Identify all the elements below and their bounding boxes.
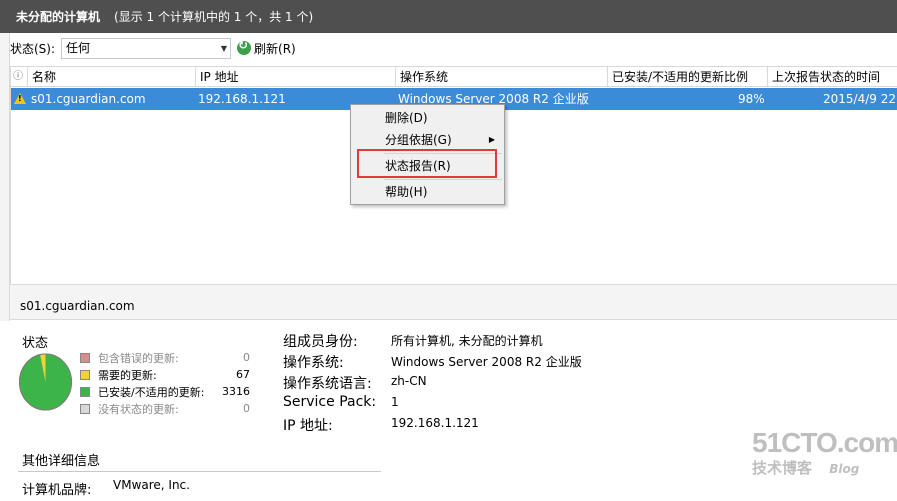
legend-swatch (80, 403, 90, 414)
legend-label: 需要的更新: (98, 368, 157, 382)
refresh-label: 刷新(R) (254, 41, 296, 56)
info-value-membership: 所有计算机, 未分配的计算机 (391, 334, 543, 348)
legend-label: 没有状态的更新: (98, 402, 179, 416)
info-value-service-pack: 1 (391, 395, 399, 409)
menu-separator (384, 179, 502, 180)
menu-item-group-by-label: 分组依据(G) (385, 133, 452, 147)
status-section-title: 状态 (22, 336, 49, 351)
legend-swatch (80, 352, 90, 363)
info-label-service-pack: Service Pack: (283, 394, 377, 410)
watermark-top: 51CTO.com (752, 427, 897, 458)
more-details-title: 其他详细信息 (22, 454, 101, 469)
refresh-icon (237, 38, 252, 55)
divider (18, 471, 381, 472)
legend-value: 0 (243, 402, 250, 415)
legend-label: 已安装/不适用的更新: (98, 385, 205, 399)
column-header-os[interactable]: 操作系统 (396, 67, 608, 87)
menu-item-delete[interactable]: 删除(D) (352, 107, 503, 129)
left-gutter (0, 33, 10, 323)
highlight-annotation (357, 149, 497, 178)
status-filter-label: 状态(S): (10, 41, 56, 56)
info-column-icon[interactable]: ⓘ (11, 67, 28, 87)
info-label-os: 操作系统: (283, 355, 344, 371)
legend-item-installed: 已安装/不适用的更新: 3316 (80, 383, 250, 400)
legend-value: 67 (236, 368, 250, 381)
cell-name: s01.cguardian.com (31, 92, 146, 106)
cell-percent: 98% (738, 92, 765, 106)
page-title: 未分配的计算机 (16, 10, 101, 24)
menu-item-help[interactable]: 帮助(H) (352, 181, 503, 203)
cell-last-report: 2015/4/9 22:x (823, 92, 897, 106)
legend-label: 包含错误的更新: (98, 351, 179, 365)
watermark-blog: Blog (829, 462, 860, 476)
detail-header: s01.cguardian.com (10, 284, 897, 320)
chevron-down-icon: ▼ (220, 43, 228, 53)
menu-item-group-by[interactable]: 分组依据(G) ▶ (352, 129, 503, 151)
status-filter-value: 任何 (66, 40, 91, 55)
watermark-logo: 51CTO.com 技术博客 Blog (752, 427, 897, 487)
info-label-membership: 组成员身份: (283, 334, 358, 350)
info-label-ip: IP 地址: (283, 418, 333, 434)
title-bar: 未分配的计算机 (显示 1 个计算机中的 1 个，共 1 个) (0, 0, 897, 33)
brand-value: VMware, Inc. (113, 478, 190, 492)
status-filter-select[interactable]: 任何 ▼ (61, 37, 232, 59)
info-value-os-language: zh-CN (391, 374, 427, 388)
legend-swatch (80, 386, 90, 397)
toolbar: 状态(S): 任何 ▼ 刷新(R) (10, 36, 897, 60)
legend-swatch (80, 369, 90, 380)
legend-item-errors: 包含错误的更新: 0 (80, 349, 250, 366)
grid-header: ⓘ 名称 IP 地址 操作系统 已安装/不适用的更新比例 上次报告状态的时间 (11, 67, 897, 87)
legend-value: 3316 (222, 385, 250, 398)
legend-value: 0 (243, 351, 250, 364)
column-header-name[interactable]: 名称 (28, 67, 196, 87)
info-value-os: Windows Server 2008 R2 企业版 (391, 355, 582, 369)
column-header-last-report[interactable]: 上次报告状态的时间 (768, 67, 897, 87)
info-label-os-language: 操作系统语言: (283, 376, 372, 392)
legend-item-needed: 需要的更新: 67 (80, 366, 250, 383)
brand-label: 计算机品牌: (22, 483, 92, 498)
refresh-button[interactable]: 刷新(R) (237, 38, 296, 57)
wsus-console: 未分配的计算机 (显示 1 个计算机中的 1 个，共 1 个) 状态(S): 任… (0, 0, 897, 501)
info-value-ip: 192.168.1.121 (391, 416, 479, 430)
chevron-right-icon: ▶ (488, 135, 495, 144)
cell-ip: 192.168.1.121 (198, 92, 286, 106)
watermark-bottom-text: 技术博客 (752, 459, 813, 477)
column-header-percent[interactable]: 已安装/不适用的更新比例 (608, 67, 768, 87)
column-header-ip[interactable]: IP 地址 (196, 67, 396, 87)
legend-item-no-status: 没有状态的更新: 0 (80, 400, 250, 417)
watermark-bottom: 技术博客 Blog (752, 457, 892, 478)
warning-icon (14, 93, 26, 104)
status-pie-chart (19, 353, 72, 411)
page-subtitle: (显示 1 个计算机中的 1 个，共 1 个) (114, 10, 314, 24)
